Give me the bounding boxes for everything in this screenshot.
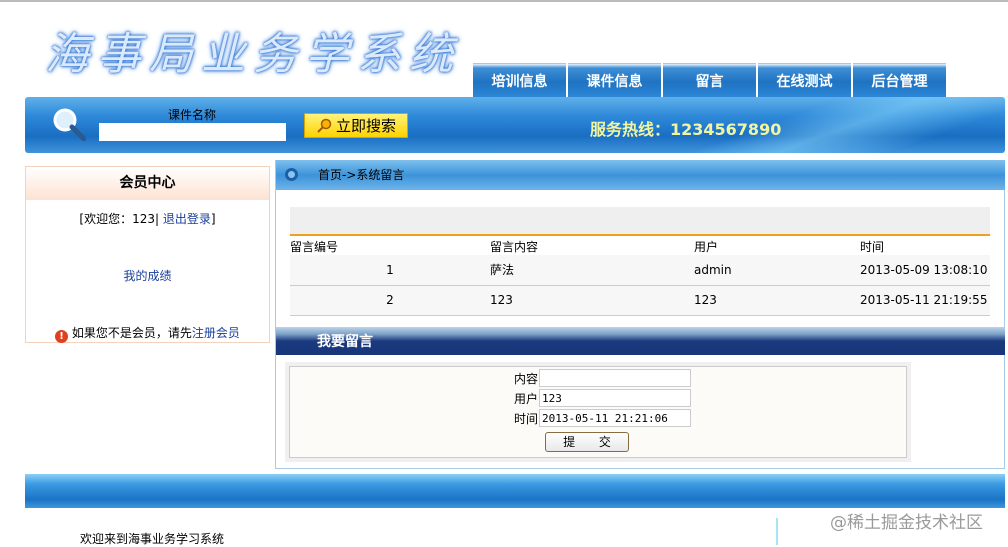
cell-id: 2 bbox=[290, 285, 490, 316]
magnifier-icon bbox=[53, 108, 86, 141]
member-center-panel: 会员中心 [欢迎您：123| 退出登录] 我的成绩 ! 如果您不是会员，请先注册… bbox=[25, 166, 270, 343]
cell-user: admin bbox=[694, 255, 860, 286]
register-notice: ! 如果您不是会员，请先注册会员 bbox=[26, 324, 269, 343]
main-nav: 培训信息 课件信息 留言 在线测试 后台管理 bbox=[473, 63, 946, 97]
cell-time: 2013-05-09 13:08:10 bbox=[860, 255, 990, 286]
footer-text: 欢迎来到海事业务学习系统 bbox=[80, 532, 225, 546]
submit-button[interactable]: 提 交 bbox=[545, 432, 629, 452]
cell-content: 萨法 bbox=[490, 255, 694, 286]
tab-courseware[interactable]: 课件信息 bbox=[568, 63, 661, 97]
messages-table: 留言编号 留言内容 用户 时间 1 萨法 admin 2013-05-09 13… bbox=[290, 238, 990, 316]
tab-online-test[interactable]: 在线测试 bbox=[758, 63, 851, 97]
col-user: 用户 bbox=[694, 240, 719, 254]
col-content: 留言内容 bbox=[490, 240, 539, 254]
course-name-input[interactable] bbox=[99, 123, 286, 141]
search-button[interactable]: 立即搜索 bbox=[304, 113, 408, 138]
col-time: 时间 bbox=[860, 240, 885, 254]
user-input[interactable] bbox=[539, 389, 691, 407]
leave-message-title: 我要留言 bbox=[276, 327, 1005, 355]
service-hotline: 服务热线：1234567890 bbox=[590, 120, 782, 139]
welcome-line: [欢迎您：123| 退出登录] bbox=[26, 210, 269, 227]
search-icon bbox=[317, 118, 332, 133]
cell-content: 123 bbox=[490, 285, 694, 316]
bullet-icon bbox=[285, 168, 298, 181]
time-input[interactable] bbox=[539, 409, 691, 427]
table-caption-band bbox=[290, 207, 990, 236]
cell-time: 2013-05-11 21:19:55 bbox=[860, 285, 990, 316]
footer-bar bbox=[25, 474, 1005, 508]
tab-training[interactable]: 培训信息 bbox=[473, 63, 566, 97]
site-logo: 海事局业务学系统 bbox=[45, 29, 461, 80]
tab-admin[interactable]: 后台管理 bbox=[853, 63, 946, 97]
breadcrumb: 首页->系统留言 bbox=[276, 160, 1005, 190]
time-label: 时间 bbox=[514, 412, 539, 426]
search-button-label: 立即搜索 bbox=[335, 117, 396, 135]
notice-text: 如果您不是会员，请先 bbox=[71, 326, 192, 340]
logout-link[interactable]: 退出登录 bbox=[163, 212, 211, 226]
table-row: 2 123 123 2013-05-11 21:19:55 bbox=[290, 285, 990, 316]
member-center-title: 会员中心 bbox=[26, 167, 269, 200]
watermark: @稀土掘金技术社区 bbox=[830, 513, 983, 533]
table-row: 1 萨法 admin 2013-05-09 13:08:10 bbox=[290, 255, 990, 286]
tab-messages[interactable]: 留言 bbox=[663, 63, 756, 97]
register-link[interactable]: 注册会员 bbox=[192, 326, 240, 340]
col-id: 留言编号 bbox=[290, 240, 339, 254]
search-label: 课件名称 bbox=[167, 108, 216, 122]
cell-user: 123 bbox=[694, 285, 860, 316]
my-scores-link[interactable]: 我的成绩 bbox=[123, 269, 171, 283]
message-form: 内容 用户 时间 提 交 bbox=[285, 362, 911, 462]
divider bbox=[776, 518, 778, 545]
content-input[interactable] bbox=[539, 369, 691, 387]
content-label: 内容 bbox=[514, 372, 539, 386]
user-label: 用户 bbox=[514, 392, 539, 406]
cell-id: 1 bbox=[290, 255, 490, 286]
welcome-suffix: ] bbox=[210, 212, 216, 226]
warning-icon: ! bbox=[55, 330, 69, 343]
welcome-text: [欢迎您：123| bbox=[79, 212, 160, 226]
table-header: 留言编号 留言内容 用户 时间 bbox=[290, 238, 990, 255]
top-border bbox=[0, 0, 1008, 2]
